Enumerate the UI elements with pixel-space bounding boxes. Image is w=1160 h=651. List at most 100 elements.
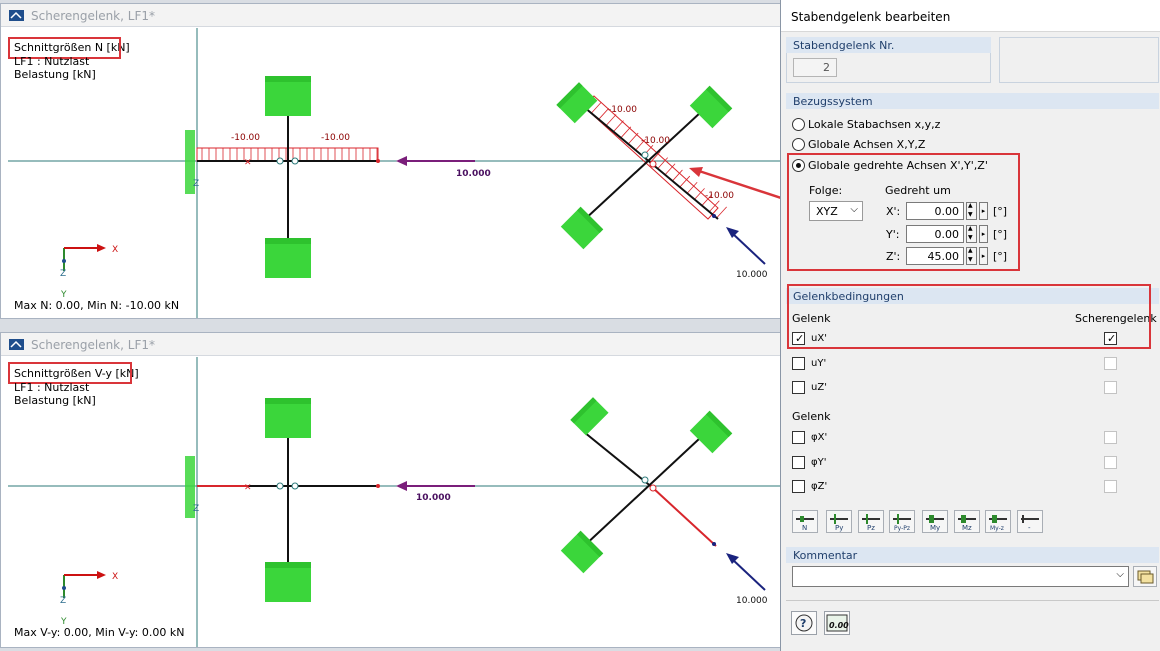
- graphics-view[interactable]: ✕ 10.000 Z 10.000 X Z Y Schnittgrößen V-…: [8, 357, 782, 648]
- rotated-model: -10.00 -10.00 -10.00: [556, 82, 734, 250]
- axis-label-x: X: [112, 245, 118, 255]
- hinge-no-header: Stabendgelenk Nr.: [786, 37, 991, 53]
- rotated-model: [560, 397, 733, 574]
- checkbox-phiz-hinge[interactable]: [792, 480, 805, 493]
- hinge-mz-icon: Mz: [958, 515, 976, 532]
- svg-text:Pz: Pz: [867, 524, 875, 532]
- model-window-top[interactable]: Scherengelenk, LF1* ✕ -10.00 -10.00 10.0…: [0, 3, 782, 319]
- svg-text:0.00: 0.00: [829, 621, 849, 630]
- diagram-hatch-line: [657, 157, 668, 169]
- hinge-info-panel: [999, 37, 1159, 83]
- hinge-pz-icon: Pz: [862, 514, 880, 532]
- preset-none-button[interactable]: -: [1017, 510, 1043, 533]
- label-phiz: φZ': [811, 481, 828, 492]
- hinge-my-icon: My: [926, 515, 944, 532]
- units-button[interactable]: 0.00: [824, 611, 850, 635]
- diagram-hatch-line: [605, 114, 617, 126]
- svg-text:10.000: 10.000: [736, 596, 768, 606]
- checkbox-phiy-hinge[interactable]: [792, 456, 805, 469]
- dialog-title: Stabendgelenk bearbeiten: [791, 10, 951, 24]
- preset-mz-button[interactable]: Mz: [954, 510, 980, 533]
- load-case-line: LF1 : Nutzlast: [14, 55, 90, 68]
- svg-text:?: ?: [800, 617, 806, 630]
- svg-text:My-z: My-z: [990, 525, 1004, 532]
- graphics-view[interactable]: ✕ -10.00 -10.00 10.000 Z -10.00 -10.00 -…: [8, 28, 782, 319]
- load-case-line: LF1 : Nutzlast: [14, 381, 90, 394]
- svg-text:-: -: [1028, 524, 1031, 532]
- dialog-titlebar[interactable]: Stabendgelenk bearbeiten: [781, 0, 1160, 32]
- library-icon: [1137, 570, 1154, 584]
- svg-text:My: My: [930, 524, 940, 532]
- svg-text:Py: Py: [835, 524, 843, 532]
- units-icon: 0.00: [826, 614, 849, 632]
- label-phiy: φY': [811, 457, 827, 468]
- svg-text:✕: ✕: [244, 483, 252, 493]
- result-summary: Max V-y: 0.00, Min V-y: 0.00 kN: [14, 626, 185, 639]
- label-uy: uY': [811, 358, 827, 369]
- diagram-value-label: -10.00: [321, 133, 350, 143]
- diagram-hatch-line: [708, 200, 720, 212]
- comment-library-button[interactable]: [1133, 566, 1157, 587]
- diagram-hatch-line: [627, 132, 639, 145]
- radio-global-axes[interactable]: [792, 138, 805, 151]
- preset-myz-button[interactable]: My-z: [985, 510, 1011, 533]
- diagram-value-label: -10.00: [641, 136, 670, 146]
- radio-local-axes[interactable]: [792, 118, 805, 131]
- svg-text:Z: Z: [193, 504, 199, 514]
- diagram-value-label: -10.00: [608, 105, 637, 115]
- checkbox-uy-shear: [1104, 357, 1117, 370]
- svg-text:Z: Z: [193, 179, 199, 189]
- checkbox-phix-hinge[interactable]: [792, 431, 805, 444]
- svg-text:N: N: [802, 524, 807, 532]
- checkbox-uy-hinge[interactable]: [792, 357, 805, 370]
- chevron-down-icon: ⌵: [1116, 569, 1124, 580]
- load-line: Belastung [kN]: [14, 68, 96, 81]
- preset-py-button[interactable]: Py: [826, 510, 852, 533]
- svg-text:Py-Pz: Py-Pz: [894, 525, 910, 532]
- bottom-separator: [786, 600, 1159, 601]
- help-icon: ?: [795, 614, 813, 632]
- reference-system-header: Bezugssystem: [786, 93, 1159, 109]
- result-summary: Max N: 0.00, Min N: -10.00 kN: [14, 299, 180, 312]
- checkbox-phiz-shear: [1104, 480, 1117, 493]
- comment-header: Kommentar: [786, 547, 1159, 563]
- highlight-box: [787, 284, 1151, 349]
- label-phix: φX': [811, 432, 828, 443]
- window-title: Scherengelenk, LF1*: [31, 9, 155, 23]
- window-title: Scherengelenk, LF1*: [31, 338, 155, 352]
- model-window-bottom[interactable]: Scherengelenk, LF1* ✕ 10.000 Z 10.000 X …: [0, 332, 782, 648]
- checkbox-uz-hinge[interactable]: [792, 381, 805, 394]
- svg-text:10.000: 10.000: [416, 493, 451, 503]
- rotation-hinge-label: Gelenk: [792, 410, 831, 423]
- preset-my-button[interactable]: My: [922, 510, 948, 533]
- diagram-hatch-line: [613, 120, 624, 132]
- hinge-node: [276, 157, 284, 165]
- svg-text:Z: Z: [60, 596, 66, 606]
- label-global-axes: Globale Achsen X,Y,Z: [808, 138, 926, 151]
- edit-hinge-dialog[interactable]: Stabendgelenk bearbeiten Stabendgelenk N…: [780, 0, 1160, 651]
- diagram-hatch-line: [620, 126, 632, 139]
- window-titlebar[interactable]: Scherengelenk, LF1*: [1, 333, 781, 356]
- load-line: Belastung [kN]: [14, 394, 96, 407]
- model-graphic[interactable]: ✕ 10.000 Z 10.000 X Z Y: [8, 357, 782, 648]
- load-arrow-diagonal: [731, 232, 766, 265]
- diagram-value-label: -10.00: [231, 133, 260, 143]
- hinge-no-field[interactable]: 2: [793, 58, 837, 77]
- comment-input[interactable]: ⌵: [792, 566, 1129, 587]
- model-graphic[interactable]: ✕ -10.00 -10.00 10.000 Z -10.00 -10.00 -…: [8, 28, 782, 319]
- preset-py-pz-button[interactable]: Py-Pz: [889, 510, 915, 533]
- app-icon: [9, 339, 24, 350]
- label-local-axes: Lokale Stabachsen x,y,z: [808, 118, 941, 131]
- svg-text:X: X: [112, 572, 118, 582]
- preset-n-button[interactable]: N: [792, 510, 818, 533]
- hinge-node: [641, 151, 649, 159]
- preset-pz-button[interactable]: Pz: [858, 510, 884, 533]
- diagram-value-label: -10.00: [705, 191, 734, 201]
- svg-text:✕: ✕: [244, 158, 252, 168]
- load-value-horizontal: 10.000: [456, 169, 491, 179]
- hinge-myz-icon: My-z: [989, 515, 1007, 532]
- help-button[interactable]: ?: [791, 611, 817, 635]
- window-titlebar[interactable]: Scherengelenk, LF1*: [1, 4, 781, 27]
- checkbox-uz-shear: [1104, 381, 1117, 394]
- hinge-py-pz-icon: Py-Pz: [893, 514, 911, 532]
